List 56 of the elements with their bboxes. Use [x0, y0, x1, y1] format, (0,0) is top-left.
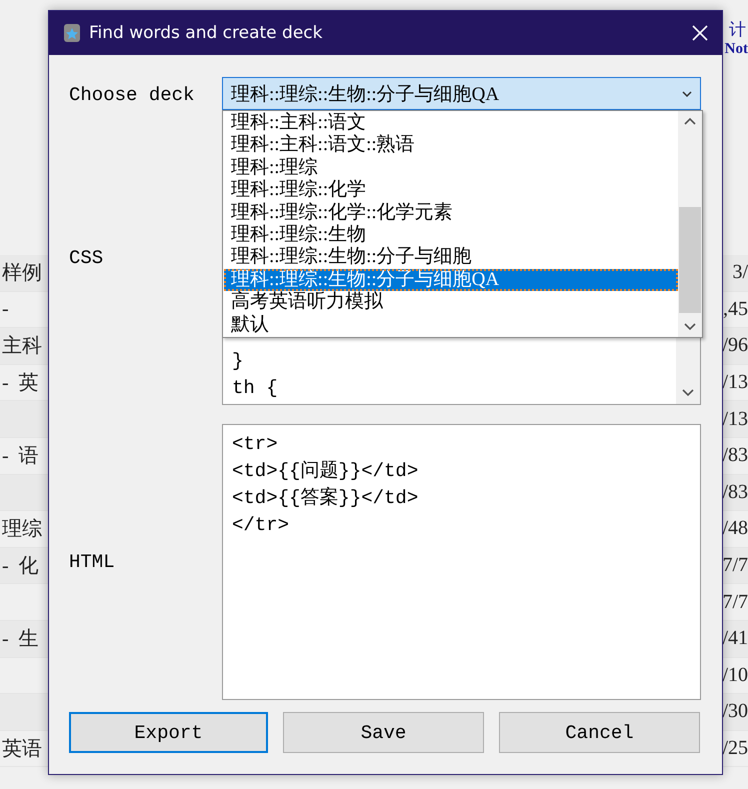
close-icon[interactable] — [692, 25, 708, 41]
table-cell-text: - 化 — [1, 554, 39, 580]
dropdown-option[interactable]: 理科::理综::生物::分子与细胞 — [224, 246, 678, 269]
dialog-button[interactable]: Cancel — [499, 712, 700, 753]
field-label: CSS — [69, 246, 104, 268]
table-cell: /25 — [722, 737, 748, 760]
window-title: Find words and create deck — [89, 23, 324, 43]
chevron-icon — [682, 90, 692, 96]
dropdown-option[interactable]: 理科::理综::化学 — [224, 179, 678, 202]
table-cell: 7/7 — [722, 590, 748, 614]
html-text-area[interactable]: <tr> <td>{{问题}}</td> <td>{{答案}}</td> </tr> — [222, 424, 701, 700]
table-cell: /13 — [722, 371, 748, 394]
dialog-button[interactable]: Export — [69, 712, 268, 753]
table-cell-text: 英语 — [1, 737, 42, 762]
scroll-down-icon[interactable] — [682, 389, 694, 397]
dropdown-option[interactable]: 理科::理综::生物 — [224, 224, 678, 246]
table-cell: /83 — [722, 480, 748, 504]
dropdown-option[interactable]: 高考英语听力模拟 — [224, 291, 678, 314]
table-cell: /13 — [722, 408, 748, 431]
background-text: Not — [724, 41, 748, 58]
table-cell: /83 — [722, 444, 748, 468]
table-cell-text: - 生 — [1, 627, 39, 652]
code-line: <td>{{问题}}</td> — [232, 459, 420, 484]
field-label: Choose deck — [69, 83, 196, 108]
table-cell: /96 — [722, 334, 748, 358]
dialog-button[interactable]: Save — [283, 712, 484, 753]
table-cell-text: - 英 — [1, 371, 39, 396]
background-text: 计 — [729, 19, 747, 41]
field-label: HTML — [69, 551, 116, 573]
table-cell: /41 — [722, 627, 748, 650]
dropdown-option[interactable]: 理科::理综::化学::化学元素 — [224, 202, 678, 224]
table-cell: /10 — [722, 664, 748, 687]
dropdown-option[interactable]: 理科::理综 — [224, 156, 678, 180]
code-line: </tr> — [232, 513, 290, 538]
scrollbar[interactable] — [678, 111, 702, 337]
scrollbar-thumb[interactable] — [679, 207, 701, 313]
scroll-up-icon[interactable] — [684, 117, 696, 125]
table-cell: /48 — [722, 517, 748, 540]
dropdown-option[interactable]: 理科::主科::语文::熟语 — [224, 134, 678, 157]
table-cell: /30 — [722, 700, 748, 724]
table-cell-text: 主科 — [1, 334, 42, 360]
table-cell: ,45 — [723, 298, 748, 321]
code-line: <tr> — [232, 432, 279, 457]
code-line: } — [232, 349, 244, 374]
scroll-down-icon[interactable] — [684, 323, 696, 331]
code-line: th { — [232, 376, 279, 401]
table-cell: 7/7 — [722, 554, 748, 578]
star-card-icon — [63, 23, 81, 43]
dropdown-option[interactable]: 默认 — [224, 314, 678, 336]
table-cell-text: - — [1, 298, 9, 321]
dropdown-option[interactable]: 理科::主科::语文 — [224, 112, 678, 134]
table-cell-text: 样例 — [1, 261, 42, 286]
table-cell-text: - 语 — [1, 444, 39, 470]
table-cell: 3/ — [732, 261, 748, 284]
code-line: <td>{{答案}}</td> — [232, 486, 420, 511]
table-cell-text: 理综 — [1, 517, 42, 542]
